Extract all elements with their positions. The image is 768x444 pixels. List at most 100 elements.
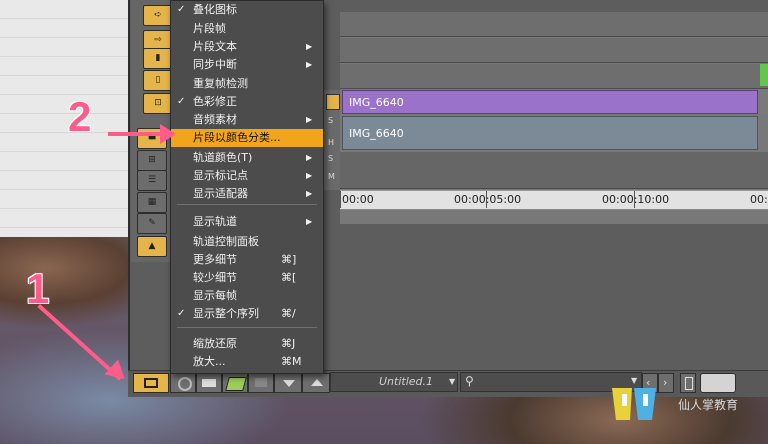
menu-item[interactable]: 片段以颜色分类... (171, 129, 323, 147)
menu-item[interactable]: ✓ 色彩修正 (171, 93, 323, 111)
trash-button[interactable] (680, 373, 696, 393)
triangle-down-icon (283, 380, 295, 387)
target-icon (178, 377, 192, 391)
menu-item[interactable]: 显示轨道 ▶ (171, 213, 323, 231)
tool-button-3[interactable]: ☰ (137, 170, 167, 191)
menu-item[interactable]: 更多细节 ⌘] (171, 251, 323, 269)
menu-item[interactable]: 轨道控制面板 (171, 233, 323, 251)
menu-item[interactable]: 重复帧检测 (171, 75, 323, 93)
timecode-label: 00:00 (342, 193, 374, 206)
menu-item[interactable]: 同步中断 ▶ (171, 56, 323, 74)
menu-item[interactable]: 轨道颜色(T) ▶ (171, 149, 323, 167)
tool-button-2[interactable]: ⊞ (137, 150, 167, 171)
menu-item-shortcut: ⌘[ (281, 271, 297, 284)
track-letter: S (328, 154, 334, 163)
zoom-slider[interactable] (700, 373, 736, 393)
splice-in-button[interactable]: ➪ (143, 5, 173, 26)
arrow-right-icon: ➪ (154, 10, 162, 20)
menu-item[interactable]: 放大... ⌘M (171, 353, 323, 371)
timeline-fast-menu: ✓ 叠化图标 片段帧 片段文本 ▶ 同步中断 ▶ 重复帧检测 ✓ 色彩修正 音频素材 ▶ 片段以颜色分类… (170, 0, 324, 374)
timecode-label: 00:00:10:00 (602, 193, 670, 206)
menu-item[interactable]: ✓ 显示整个序列 ⌘/ (171, 305, 323, 323)
waveform-icon: ▲ (148, 241, 156, 251)
mark-clip-button[interactable]: ⊡ (143, 93, 173, 114)
menu-item[interactable]: 显示适配器 ▶ (171, 185, 323, 203)
submenu-arrow-icon: ▶ (306, 153, 313, 162)
toolbar-button-6[interactable] (274, 373, 302, 393)
annotation-arrow-2 (108, 132, 160, 136)
track-letter: H (328, 138, 335, 147)
menu-item-label: 轨道颜色(T) (193, 151, 253, 164)
menu-item-shortcut: ⌘] (281, 253, 297, 266)
menu-item[interactable]: 缩放还原 ⌘J (171, 335, 323, 353)
trash-icon (685, 377, 693, 390)
menu-item-label: 显示轨道 (193, 215, 237, 228)
menu-item[interactable]: 显示标记点 ▶ (171, 167, 323, 185)
menu-item-label: 重复帧检测 (193, 77, 248, 90)
track-row-1 (340, 12, 768, 37)
submenu-arrow-icon: ▶ (306, 171, 313, 180)
color-icon (225, 377, 247, 391)
search-icon: ⚲ (465, 374, 474, 388)
timecode-label: 00:00:05:00 (454, 193, 522, 206)
menu-item-label: 显示每帧 (193, 289, 237, 302)
menu-item[interactable]: ✓ 叠化图标 (171, 1, 323, 19)
screen-icon (255, 378, 267, 387)
menu-item-shortcut: ⌘/ (281, 307, 296, 320)
menu-item-label: 显示标记点 (193, 169, 248, 182)
video-clip[interactable]: IMG_6640 (342, 90, 758, 114)
menu-item-label: 显示适配器 (193, 187, 248, 200)
menu-item-label: 叠化图标 (193, 3, 237, 16)
track-select-v1[interactable] (326, 94, 340, 110)
track-letter: S (328, 116, 334, 125)
menu-item[interactable]: 音频素材 ▶ (171, 111, 323, 129)
tool-button-6[interactable]: ▲ (137, 236, 167, 257)
sequence-dropdown-icon[interactable]: ▼ (449, 373, 455, 391)
sequence-name-field[interactable]: Untitled.1 ▼ (330, 372, 458, 392)
checkmark-icon: ✓ (177, 4, 186, 15)
ruler-tick (340, 191, 341, 208)
tool-button-4[interactable]: ▦ (137, 192, 167, 213)
menu-item[interactable]: 显示每帧 (171, 287, 323, 305)
timeline-fast-menu-button[interactable] (133, 373, 169, 393)
menu-item-label: 缩放还原 (193, 337, 237, 350)
annotation-arrowhead-2 (160, 124, 176, 144)
fast-menu-icon (144, 378, 158, 388)
clip-icon: ⊞ (148, 155, 156, 165)
menu-item[interactable]: 片段帧 (171, 20, 323, 38)
menu-separator (177, 327, 317, 328)
clip-gap (760, 90, 768, 114)
toolbar-button-7[interactable] (302, 373, 330, 393)
triangle-up-icon (311, 379, 323, 386)
empty-track-row (340, 152, 768, 189)
lift-icon: ▮ (155, 53, 161, 63)
annotation-step-2: 2 (68, 93, 92, 140)
menu-item[interactable]: 片段文本 ▶ (171, 38, 323, 56)
timecode-label: 00:0 (750, 193, 768, 206)
tool-button-5[interactable]: ✎ (137, 213, 167, 234)
menu-item-shortcut: ⌘J (281, 337, 296, 350)
menu-item-label: 较少细节 (193, 271, 237, 284)
cactus-logo-icon (612, 388, 656, 420)
track-header-strip: S H S M (322, 90, 340, 190)
sliders-icon: ☰ (147, 175, 157, 185)
extract-button[interactable]: ▯ (143, 70, 173, 91)
audio-clip[interactable]: IMG_6640 (342, 116, 758, 150)
menu-item-label: 同步中断 (193, 58, 237, 71)
grid-icon: ▦ (147, 197, 157, 207)
menu-item[interactable]: 较少细节 ⌘[ (171, 269, 323, 287)
overwrite-icon: ⇨ (154, 35, 162, 45)
toolbar-button-2[interactable] (170, 373, 196, 393)
toolbar-button-4[interactable] (222, 373, 248, 393)
menu-item-label: 放大... (193, 355, 226, 368)
track-row-3 (340, 64, 768, 89)
extract-icon: ▯ (155, 75, 161, 85)
menu-item-label: 片段帧 (193, 22, 226, 35)
lift-button[interactable]: ▮ (143, 48, 173, 69)
toolbar-button-5[interactable] (248, 373, 274, 393)
toolbar-button-3[interactable] (196, 373, 222, 393)
green-clip-edge[interactable] (760, 64, 768, 86)
timecode-ruler[interactable]: 00:00 00:00:05:00 00:00:10:00 00:0 (340, 190, 768, 210)
submenu-arrow-icon: ▶ (306, 189, 313, 198)
menu-item-label: 音频素材 (193, 113, 237, 126)
